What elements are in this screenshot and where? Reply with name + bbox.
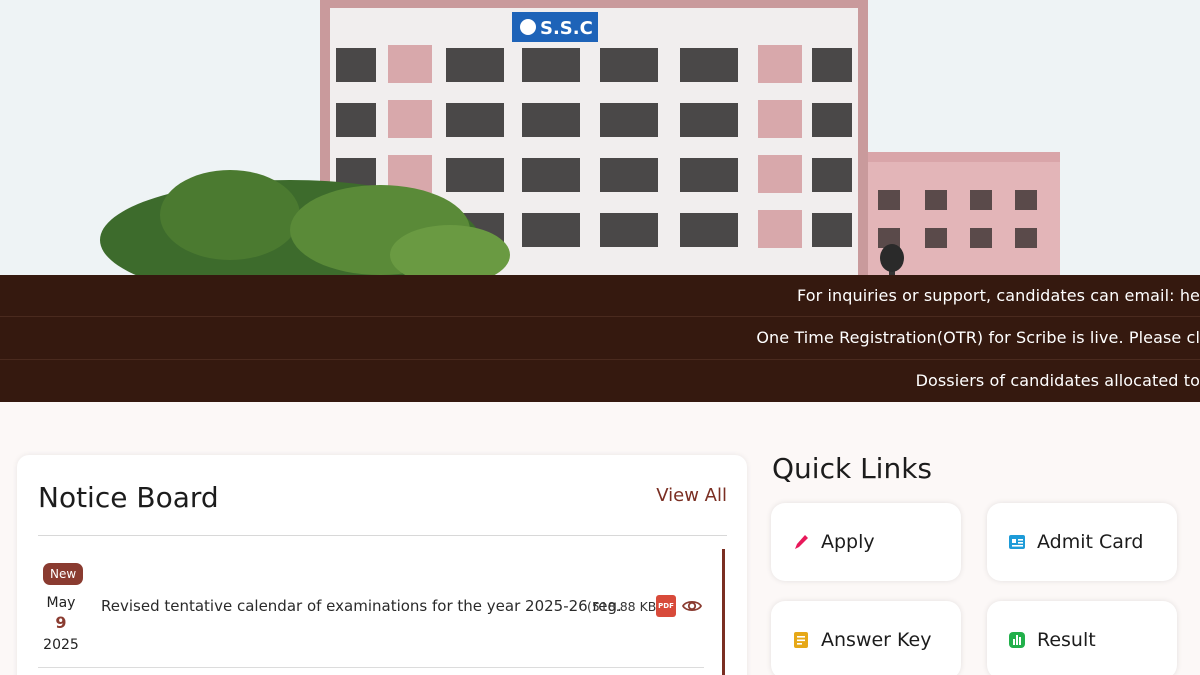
quick-link-admit-card[interactable]: Admit Card — [987, 503, 1177, 581]
notice-board-title: Notice Board — [38, 481, 219, 514]
quick-link-apply[interactable]: Apply — [771, 503, 961, 581]
notice-item[interactable]: New May 9 2025 Revised tentative calenda… — [38, 551, 704, 668]
view-all-link[interactable]: View All — [656, 485, 727, 506]
hero-banner: S.S.C — [0, 0, 1200, 275]
quick-links-title: Quick Links — [772, 452, 933, 485]
pdf-icon[interactable]: PDF — [656, 595, 676, 617]
quick-link-label: Answer Key — [821, 629, 932, 651]
pencil-icon — [791, 532, 811, 552]
new-badge: New — [43, 563, 84, 585]
notice-date-month: May — [46, 595, 76, 611]
building-sign-text: S.S.C — [540, 18, 593, 39]
file-size: (518.88 KB) — [587, 599, 662, 614]
ticker-row[interactable]: Dossiers of candidates allocated to — [0, 360, 1200, 402]
divider — [38, 535, 727, 536]
divider — [38, 667, 704, 668]
notice-date-day: 9 — [55, 613, 67, 632]
id-card-icon — [1007, 532, 1027, 552]
ticker-text: Dossiers of candidates allocated to — [915, 371, 1200, 391]
quick-link-answer-key[interactable]: Answer Key — [771, 601, 961, 675]
bar-chart-icon — [1007, 630, 1027, 650]
notice-date-year: 2025 — [43, 637, 79, 653]
document-icon — [791, 630, 811, 650]
hero-building-image: S.S.C — [0, 0, 1200, 275]
ticker-text: One Time Registration(OTR) for Scribe is… — [756, 328, 1200, 348]
quick-link-label: Result — [1037, 629, 1096, 651]
notice-text[interactable]: Revised tentative calendar of examinatio… — [101, 597, 622, 615]
scrollbar[interactable] — [722, 549, 725, 675]
ticker-text: For inquiries or support, candidates can… — [796, 286, 1200, 306]
notice-board-card: Notice Board View All New May 9 2025 Rev… — [17, 455, 747, 675]
eye-icon[interactable] — [681, 595, 703, 617]
quick-link-result[interactable]: Result — [987, 601, 1177, 675]
announcement-ticker: For inquiries or support, candidates can… — [0, 275, 1200, 402]
quick-link-label: Admit Card — [1037, 531, 1144, 553]
ticker-row[interactable]: One Time Registration(OTR) for Scribe is… — [0, 317, 1200, 360]
ticker-row[interactable]: For inquiries or support, candidates can… — [0, 275, 1200, 318]
quick-link-label: Apply — [821, 531, 875, 553]
